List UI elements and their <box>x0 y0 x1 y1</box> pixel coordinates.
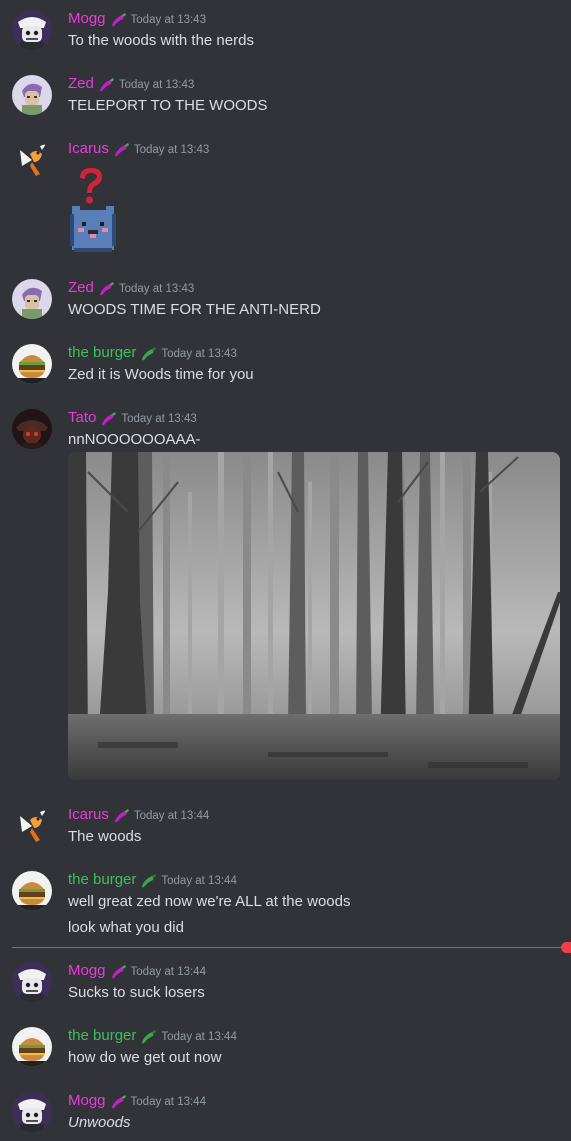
chili-pepper-icon[interactable] <box>112 142 130 158</box>
chili-pepper-icon[interactable] <box>97 77 115 93</box>
timestamp: Today at 13:43 <box>121 413 197 425</box>
message-text: look what you did <box>68 919 184 936</box>
timestamp: Today at 13:44 <box>130 966 206 978</box>
new-messages-divider <box>12 947 563 948</box>
message-text: nnNOOOOOOAAA- <box>68 431 201 448</box>
avatar[interactable] <box>12 344 52 384</box>
avatar[interactable] <box>12 962 52 1002</box>
chili-pepper-icon[interactable] <box>112 808 130 824</box>
timestamp: Today at 13:43 <box>133 144 210 156</box>
username[interactable]: Tato <box>68 409 96 426</box>
avatar[interactable] <box>12 279 52 319</box>
chili-pepper-icon[interactable] <box>139 873 157 889</box>
message-text: To the woods with the nerds <box>68 32 254 49</box>
username[interactable]: Zed <box>68 75 94 92</box>
username[interactable]: Mogg <box>68 10 106 27</box>
username[interactable]: Zed <box>68 279 94 296</box>
username[interactable]: Mogg <box>68 962 106 979</box>
message-text: how do we get out now <box>68 1049 222 1066</box>
avatar[interactable] <box>12 10 52 50</box>
chili-pepper-icon[interactable] <box>109 964 127 980</box>
timestamp: Today at 13:43 <box>161 348 237 360</box>
avatar[interactable] <box>12 1092 52 1132</box>
chili-pepper-icon[interactable] <box>97 281 115 297</box>
message-text: Sucks to suck losers <box>68 984 205 1001</box>
new-messages-badge <box>561 942 571 953</box>
chili-pepper-icon[interactable] <box>139 1029 157 1045</box>
timestamp: Today at 13:43 <box>118 283 195 295</box>
question-mark-emoji[interactable] <box>74 166 108 206</box>
avatar[interactable] <box>12 140 52 180</box>
avatar[interactable] <box>12 409 52 449</box>
timestamp: Today at 13:44 <box>130 1096 206 1108</box>
username[interactable]: the burger <box>68 344 136 361</box>
username[interactable]: the burger <box>68 871 136 888</box>
timestamp: Today at 13:43 <box>130 14 206 26</box>
message-text: WOODS TIME FOR THE ANTI-NERD <box>68 301 321 318</box>
timestamp: Today at 13:43 <box>118 79 195 91</box>
message-text: Unwoods <box>68 1114 131 1131</box>
username[interactable]: Mogg <box>68 1092 106 1109</box>
avatar[interactable] <box>12 75 52 115</box>
username[interactable]: Icarus <box>68 806 109 823</box>
message-text: Zed it is Woods time for you <box>68 366 254 383</box>
pixel-creature-emoji[interactable] <box>68 204 118 254</box>
foggy-forest-image[interactable] <box>68 452 560 780</box>
username[interactable]: the burger <box>68 1027 136 1044</box>
avatar[interactable] <box>12 806 52 846</box>
username[interactable]: Icarus <box>68 140 109 157</box>
chili-pepper-icon[interactable] <box>109 1094 127 1110</box>
timestamp: Today at 13:44 <box>133 810 210 822</box>
message-text: TELEPORT TO THE WOODS <box>68 97 268 114</box>
chili-pepper-icon[interactable] <box>99 411 117 427</box>
avatar[interactable] <box>12 1027 52 1067</box>
message-text: well great zed now we're ALL at the wood… <box>68 893 351 910</box>
timestamp: Today at 13:44 <box>161 875 237 887</box>
chili-pepper-icon[interactable] <box>139 346 157 362</box>
message-text: The woods <box>68 828 142 845</box>
chili-pepper-icon[interactable] <box>109 12 127 28</box>
timestamp: Today at 13:44 <box>161 1031 237 1043</box>
avatar[interactable] <box>12 871 52 911</box>
